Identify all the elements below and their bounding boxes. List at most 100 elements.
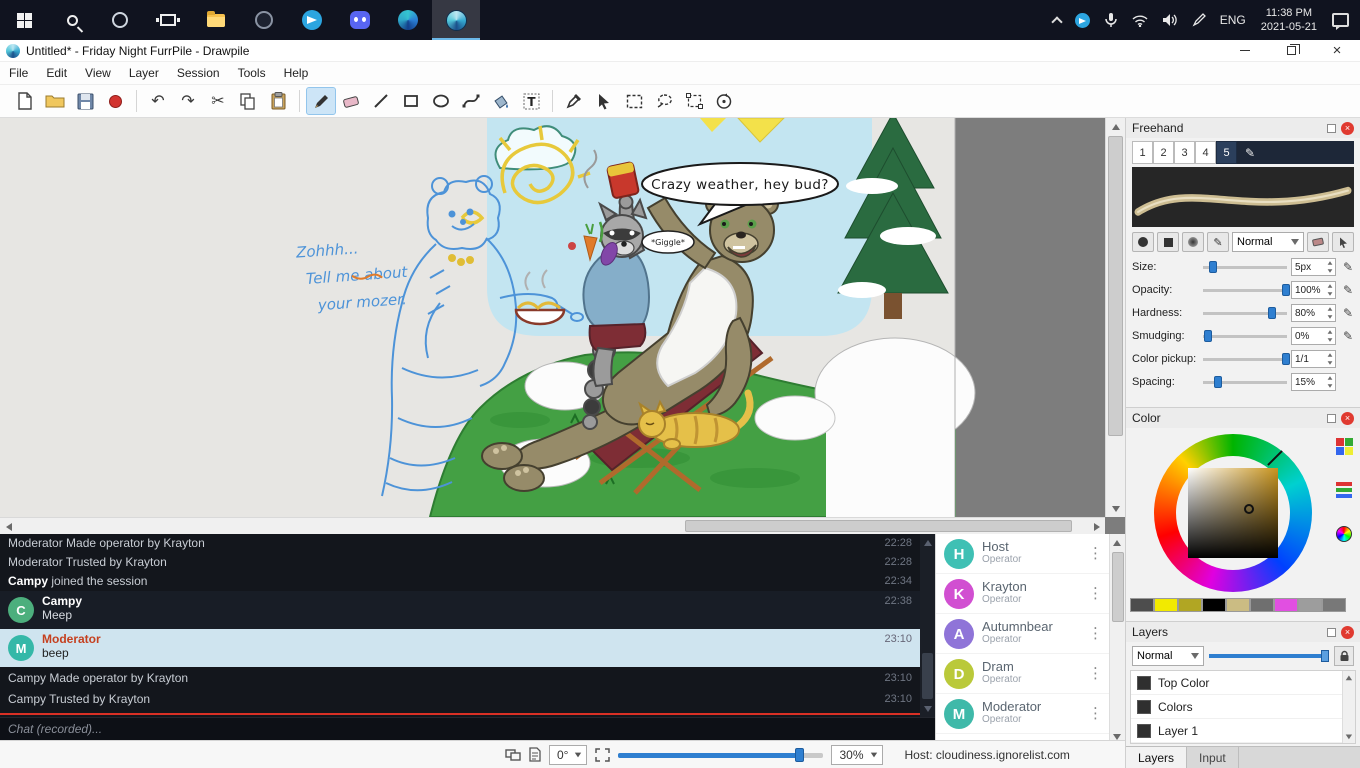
user-scroll-thumb[interactable] — [1112, 552, 1124, 622]
draw-mode-icon[interactable]: ✎ — [1207, 232, 1229, 252]
brush-slot-4[interactable]: 4 — [1195, 141, 1216, 164]
minimize-button[interactable] — [1222, 40, 1268, 61]
layer-lock-button[interactable] — [1334, 646, 1354, 666]
scroll-up-icon[interactable] — [1108, 534, 1125, 551]
user-menu-icon[interactable]: ⋮ — [1088, 624, 1103, 642]
edge-button[interactable] — [384, 0, 432, 40]
rotation-combo[interactable]: 0° — [549, 745, 587, 765]
copy-button[interactable] — [233, 87, 263, 115]
close-dock-icon[interactable]: × — [1341, 122, 1354, 135]
drawing-canvas[interactable]: Crazy weather, hey bud? *Giggle* — [0, 118, 1105, 517]
session-sync-icon[interactable] — [505, 748, 521, 762]
menu-help[interactable]: Help — [275, 62, 318, 84]
rect-select-tool-button[interactable] — [619, 87, 649, 115]
smudging-spinbox[interactable]: 0% — [1291, 327, 1336, 345]
brush-shape-square-icon[interactable] — [1157, 232, 1179, 252]
close-dock-icon[interactable]: × — [1341, 626, 1354, 639]
size-pressure-icon[interactable]: ✎ — [1340, 260, 1356, 274]
chat-scrollbar[interactable] — [920, 534, 935, 717]
chat-scroll-thumb[interactable] — [922, 653, 933, 699]
cortana-button[interactable] — [96, 0, 144, 40]
brush-shape-soft-icon[interactable] — [1182, 232, 1204, 252]
language-indicator[interactable]: ENG — [1213, 0, 1253, 40]
layer-row[interactable]: Colors — [1131, 695, 1355, 719]
float-dock-icon[interactable] — [1327, 628, 1336, 637]
float-dock-icon[interactable] — [1327, 414, 1336, 423]
eraser-mode-icon[interactable] — [1307, 232, 1329, 252]
color-wheel[interactable] — [1126, 428, 1360, 598]
transform-tool-button[interactable] — [679, 87, 709, 115]
restore-button[interactable] — [1268, 40, 1314, 61]
drawpile-taskbar-button[interactable] — [432, 0, 480, 40]
zoom-slider-thumb[interactable] — [795, 748, 804, 762]
user-menu-icon[interactable]: ⋮ — [1088, 664, 1103, 682]
vertical-scroll-thumb[interactable] — [1108, 136, 1123, 436]
brush-blend-mode-select[interactable]: Normal — [1232, 232, 1304, 252]
annotation-select-button[interactable] — [589, 87, 619, 115]
menu-tools[interactable]: Tools — [229, 62, 275, 84]
search-button[interactable] — [48, 0, 96, 40]
palette-swatch[interactable] — [1322, 598, 1346, 612]
color-wheel-icon[interactable] — [1336, 526, 1354, 544]
palette-swatch[interactable] — [1226, 598, 1250, 612]
cut-button[interactable]: ✂ — [203, 87, 233, 115]
file-explorer-button[interactable] — [192, 0, 240, 40]
rectangle-tool-button[interactable] — [396, 87, 426, 115]
palette-swatch[interactable] — [1298, 598, 1322, 612]
user-row[interactable]: K Krayton Operator ⋮ — [936, 574, 1125, 614]
scroll-up-icon[interactable] — [1342, 671, 1356, 685]
eraser-tool-button[interactable] — [336, 87, 366, 115]
palette-swatch[interactable] — [1274, 598, 1298, 612]
user-row[interactable]: A Autumnbear Operator ⋮ — [936, 614, 1125, 654]
network-tray-button[interactable] — [1125, 0, 1155, 40]
scroll-left-icon[interactable] — [0, 518, 17, 535]
opacity-spinbox[interactable]: 100% — [1291, 281, 1336, 299]
hardness-slider[interactable] — [1203, 306, 1287, 320]
pointer-mode-icon[interactable] — [1332, 232, 1354, 252]
color-picker-tool-button[interactable] — [559, 87, 589, 115]
palette-swatch[interactable] — [1130, 598, 1154, 612]
opacity-slider-thumb[interactable] — [1321, 650, 1329, 662]
action-center-button[interactable] — [1325, 0, 1356, 40]
user-list-scrollbar[interactable] — [1109, 534, 1125, 745]
float-dock-icon[interactable] — [1327, 124, 1336, 133]
lasso-tool-button[interactable] — [649, 87, 679, 115]
brush-slot-2[interactable]: 2 — [1153, 141, 1174, 164]
hardness-pressure-icon[interactable]: ✎ — [1340, 306, 1356, 320]
size-slider[interactable] — [1203, 260, 1287, 274]
tab-input[interactable]: Input — [1187, 747, 1239, 768]
color-pickup-slider[interactable] — [1203, 352, 1287, 366]
canvas-vertical-scrollbar[interactable] — [1105, 118, 1125, 517]
fill-tool-button[interactable] — [486, 87, 516, 115]
user-menu-icon[interactable]: ⋮ — [1088, 704, 1103, 722]
document-status-icon[interactable] — [529, 747, 541, 762]
canvas-rotate-button[interactable] — [709, 87, 739, 115]
scroll-down-icon[interactable] — [1107, 500, 1124, 517]
undo-button[interactable]: ↶ — [143, 87, 173, 115]
tray-expand-button[interactable] — [1046, 0, 1068, 40]
palette-swatch[interactable] — [1202, 598, 1226, 612]
record-session-button[interactable] — [100, 87, 130, 115]
scroll-up-icon[interactable] — [1107, 118, 1124, 135]
telegram-button[interactable] — [288, 0, 336, 40]
opacity-slider[interactable] — [1203, 283, 1287, 297]
brush-slot-3[interactable]: 3 — [1174, 141, 1195, 164]
size-spinbox[interactable]: 5px — [1291, 258, 1336, 276]
spacing-spinbox[interactable]: 15% — [1291, 373, 1336, 391]
layer-row[interactable]: Top Color — [1131, 671, 1355, 695]
palette-swatch[interactable] — [1250, 598, 1274, 612]
line-tool-button[interactable] — [366, 87, 396, 115]
chat-input[interactable] — [0, 717, 935, 740]
rgb-sliders-icon[interactable] — [1336, 482, 1354, 500]
menu-layer[interactable]: Layer — [120, 62, 168, 84]
layer-blend-mode-select[interactable]: Normal — [1132, 646, 1204, 666]
user-menu-icon[interactable]: ⋮ — [1088, 584, 1103, 602]
menu-view[interactable]: View — [76, 62, 120, 84]
layer-list-scrollbar[interactable] — [1342, 671, 1355, 743]
discord-button[interactable] — [336, 0, 384, 40]
close-button[interactable]: × — [1314, 40, 1360, 61]
scroll-down-icon[interactable] — [919, 700, 936, 717]
user-row[interactable]: H Host Operator ⋮ — [936, 534, 1125, 574]
layer-row[interactable]: Layer 1 — [1131, 719, 1355, 743]
user-row[interactable]: M Moderator Operator ⋮ — [936, 694, 1125, 734]
